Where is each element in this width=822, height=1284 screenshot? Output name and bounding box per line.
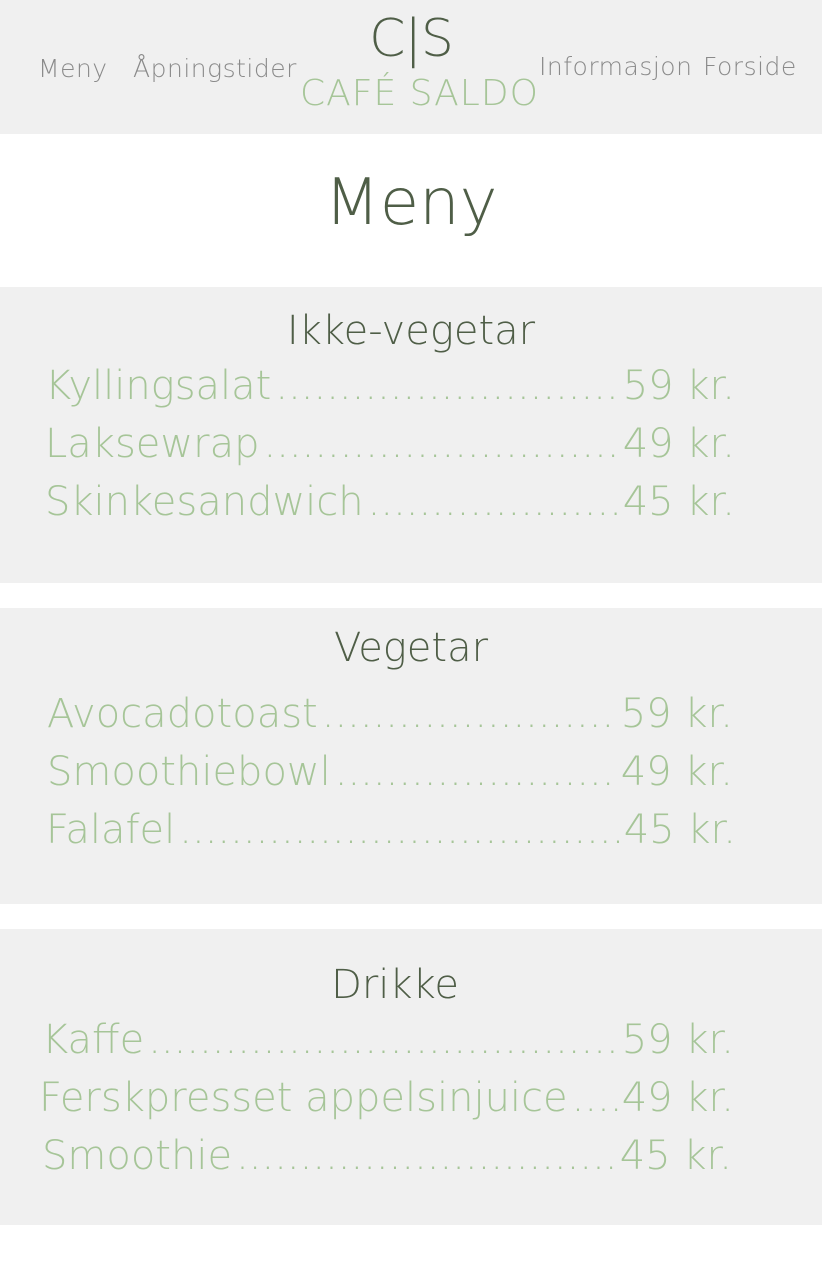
section-heading: Vegetar [333,625,489,671]
menu-item-price: 45 kr. [622,479,735,525]
page-title: Meny [324,166,498,240]
menu-item-name: Kaffe [42,1017,145,1063]
menu-item: Avocadotoast 59 kr. [47,689,733,739]
site-header: Meny Åpningstider C|S CAFÉ SALDO Informa… [0,0,822,134]
menu-item: Falafel 45 kr. [46,805,736,855]
menu-item-price: 49 kr. [620,749,733,795]
menu-item-price: 45 kr. [619,1133,732,1179]
menu-item-name: Falafel [46,807,176,853]
menu-item-name: Smoothie [42,1133,233,1179]
menu-item-name: Laksewrap [45,421,260,467]
dot-leader [572,1073,618,1123]
menu-item: Smoothie 45 kr. [42,1131,732,1181]
menu-item-price: 49 kr. [621,1075,734,1121]
menu-item-price: 59 kr. [622,363,735,409]
menu-item: Laksewrap 49 kr. [45,419,735,469]
menu-section-vegetar: Vegetar Avocadotoast 59 kr. Smoothiebowl… [0,608,822,904]
section-heading: Drikke [331,962,459,1008]
dot-leader [263,419,618,469]
menu-item-name: Avocadotoast [47,691,318,737]
menu-item: Ferskpresset appelsinjuice 49 kr. [39,1073,734,1123]
dot-leader [236,1131,616,1181]
menu-item-name: Kyllingsalat [45,363,272,409]
menu-item-name: Skinkesandwich [45,479,364,525]
logo-monogram: C|S [369,9,454,69]
menu-item: Kaffe 59 kr. [42,1015,734,1065]
menu-item: Kyllingsalat 59 kr. [45,361,735,411]
menu-section-drikke: Drikke Kaffe 59 kr. Ferskpresset appelsi… [0,929,822,1225]
dot-leader [179,805,619,855]
dot-leader [368,477,619,527]
menu-item-price: 49 kr. [622,421,735,467]
dot-leader [322,689,617,739]
dot-leader [148,1015,618,1065]
nav-link-apningstider[interactable]: Åpningstider [133,54,297,83]
nav-link-forside[interactable]: Forside [703,52,797,81]
menu-item: Smoothiebowl 49 kr. [47,747,733,797]
nav-link-meny[interactable]: Meny [38,54,108,83]
menu-item-price: 59 kr. [621,1017,734,1063]
menu-item-price: 45 kr. [623,807,736,853]
dot-leader [335,747,617,797]
menu-item-name: Smoothiebowl [47,749,331,795]
nav-link-informasjon[interactable]: Informasjon [539,52,692,81]
logo-wordmark: CAFÉ SALDO [300,73,539,114]
menu-section-ikke-vegetar: Ikke-vegetar Kyllingsalat 59 kr. Laksewr… [0,287,822,583]
dot-leader [275,361,618,411]
menu-item-name: Ferskpresset appelsinjuice [39,1075,568,1121]
site-logo[interactable]: C|S CAFÉ SALDO [300,8,539,116]
menu-item: Skinkesandwich 45 kr. [45,477,735,527]
menu-item-price: 59 kr. [620,691,733,737]
section-heading: Ikke-vegetar [286,308,536,354]
